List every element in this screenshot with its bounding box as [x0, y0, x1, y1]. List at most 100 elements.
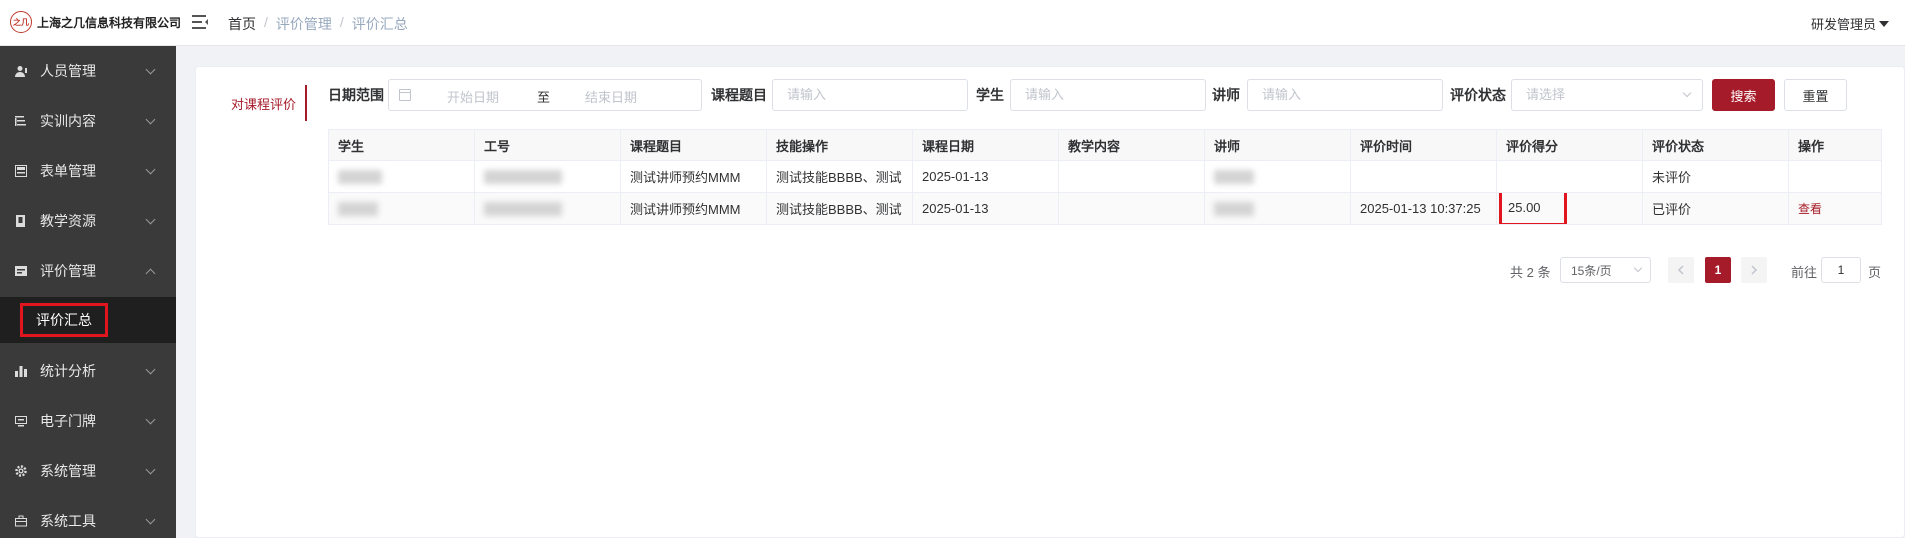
- student-cell-redacted: [328, 160, 475, 193]
- sidebar-toggle-icon[interactable]: [192, 15, 208, 29]
- course-input[interactable]: 请输入: [772, 79, 968, 111]
- sidebar-item-evaluation[interactable]: 评价管理: [0, 246, 176, 296]
- date-end-input[interactable]: 结束日期: [585, 87, 637, 106]
- logo-badge-icon: 之几: [10, 11, 32, 33]
- tab-course-evaluation[interactable]: 对课程评价: [231, 85, 307, 121]
- content-card: 对课程评价 日期范围 开始日期 至 结束日期 课程题目 请输入 学生 请输入 讲…: [195, 66, 1905, 538]
- sidebar-item-resources[interactable]: 教学资源: [0, 196, 176, 246]
- user-name: 研发管理员: [1810, 17, 1876, 32]
- breadcrumb-home[interactable]: 首页: [228, 14, 256, 34]
- date-start-input[interactable]: 开始日期: [447, 87, 499, 106]
- book-icon: [14, 214, 28, 228]
- action-cell: 查看: [1788, 192, 1882, 225]
- status-cell: 未评价: [1642, 160, 1789, 193]
- teacher-label: 讲师: [1212, 87, 1240, 103]
- breadcrumb: 首页 / 评价管理 / 评价汇总: [228, 14, 408, 34]
- pagination-total: 共 2 条: [1510, 264, 1551, 280]
- chevron-down-icon: [145, 64, 156, 75]
- column-header: 评价得分: [1496, 129, 1643, 161]
- company-name: 上海之几信息科技有限公司: [37, 15, 182, 30]
- score-cell: 25.00: [1496, 192, 1643, 225]
- chevron-down-icon: [1633, 263, 1643, 273]
- column-header: 工号: [474, 129, 621, 161]
- date-range-picker[interactable]: 开始日期 至 结束日期: [388, 79, 702, 111]
- column-header: 课程日期: [912, 129, 1059, 161]
- sidebar-item-statistics[interactable]: 统计分析: [0, 346, 176, 396]
- score-cell: [1496, 160, 1643, 193]
- sidebar-item-system[interactable]: 系统管理: [0, 446, 176, 496]
- skill-cell: 测试技能BBBB、测试: [766, 160, 913, 193]
- sidebar-item-evaluation-summary[interactable]: 评价汇总: [20, 303, 108, 337]
- chevron-right-icon: [1751, 265, 1758, 275]
- content-cell: [1058, 192, 1205, 225]
- chevron-down-icon: [145, 414, 156, 425]
- brand-logo[interactable]: 之几 上海之几信息科技有限公司: [10, 11, 181, 33]
- student-label: 学生: [976, 87, 1004, 103]
- chevron-down-icon: [145, 464, 156, 475]
- status-select[interactable]: 请选择: [1511, 79, 1703, 111]
- status-select-placeholder: 请选择: [1526, 87, 1566, 102]
- date-range-separator: 至: [537, 90, 551, 105]
- teacher-cell-redacted: [1204, 192, 1351, 225]
- chevron-down-icon: [145, 514, 156, 525]
- sidebar-item-training[interactable]: 实训内容: [0, 96, 176, 146]
- sidebar-item-doorplate[interactable]: 电子门牌: [0, 396, 176, 446]
- date-range-label: 日期范围: [328, 87, 384, 103]
- sidebar-item-tools[interactable]: 系统工具: [0, 496, 176, 538]
- page-size-select[interactable]: 15条/页: [1560, 257, 1651, 283]
- sidebar-item-personnel[interactable]: 人员管理: [0, 46, 176, 96]
- column-header: 讲师: [1204, 129, 1351, 161]
- view-link[interactable]: 查看: [1798, 202, 1822, 216]
- course-cell: 测试讲师预约MMM: [620, 160, 767, 193]
- teacher-cell-redacted: [1204, 160, 1351, 193]
- chevron-up-icon: [145, 268, 156, 279]
- user-icon: [14, 64, 28, 78]
- chevron-down-icon: [145, 364, 156, 375]
- chevron-down-icon: [145, 114, 156, 125]
- monitor-icon: [14, 414, 28, 428]
- list-icon: [14, 114, 28, 128]
- reset-button[interactable]: 重置: [1784, 79, 1847, 111]
- table-row: 测试讲师预约MMM 测试技能BBBB、测试 2025-01-13 2025-01…: [328, 192, 1882, 225]
- chevron-down-icon: [145, 164, 156, 175]
- goto-label: 前往: [1791, 264, 1818, 280]
- table-row: 测试讲师预约MMM 测试技能BBBB、测试 2025-01-13 未评价: [328, 160, 1882, 193]
- form-icon: [14, 164, 28, 178]
- date-cell: 2025-01-13: [912, 192, 1059, 225]
- table-header-row: 学生 工号 课程题目 技能操作 课程日期 教学内容 讲师 评价时间 评价得分 评…: [328, 129, 1882, 161]
- gear-icon: [14, 464, 28, 478]
- column-header: 课程题目: [620, 129, 767, 161]
- page-number-button[interactable]: 1: [1705, 257, 1731, 283]
- evaluate-icon: [14, 264, 28, 278]
- bar-chart-icon: [14, 364, 28, 378]
- next-page-button[interactable]: [1741, 257, 1767, 283]
- teacher-input[interactable]: 请输入: [1247, 79, 1443, 111]
- search-button[interactable]: 搜索: [1712, 79, 1775, 111]
- employee-id-cell-redacted: [474, 192, 621, 225]
- top-header: 之几 上海之几信息科技有限公司 首页 / 评价管理 / 评价汇总 研发管理员: [0, 0, 1905, 46]
- calendar-icon: [399, 89, 411, 101]
- skill-cell: 测试技能BBBB、测试: [766, 192, 913, 225]
- evaluation-table: 学生 工号 课程题目 技能操作 课程日期 教学内容 讲师 评价时间 评价得分 评…: [328, 129, 1882, 225]
- chevron-down-icon: [145, 214, 156, 225]
- breadcrumb-current: 评价汇总: [351, 16, 408, 32]
- column-header: 评价时间: [1350, 129, 1497, 161]
- student-input[interactable]: 请输入: [1010, 79, 1206, 111]
- column-header: 技能操作: [766, 129, 913, 161]
- user-menu[interactable]: 研发管理员: [1811, 14, 1889, 33]
- chevron-down-icon: [1682, 88, 1692, 98]
- score-highlight: 25.00: [1499, 193, 1567, 224]
- prev-page-button[interactable]: [1668, 257, 1694, 283]
- caret-down-icon: [1879, 20, 1889, 27]
- column-header: 评价状态: [1642, 129, 1789, 161]
- sidebar: 人员管理 实训内容 表单管理 教学资源 评价管理 评价汇总 统计分析 电子门牌 …: [0, 46, 176, 538]
- eval-time-cell: [1350, 160, 1497, 193]
- page-unit-label: 页: [1868, 264, 1882, 280]
- date-cell: 2025-01-13: [912, 160, 1059, 193]
- column-header: 学生: [328, 129, 475, 161]
- course-label: 课程题目: [711, 87, 767, 103]
- goto-page-input[interactable]: 1: [1821, 257, 1861, 283]
- content-cell: [1058, 160, 1205, 193]
- employee-id-cell-redacted: [474, 160, 621, 193]
- sidebar-item-forms[interactable]: 表单管理: [0, 146, 176, 196]
